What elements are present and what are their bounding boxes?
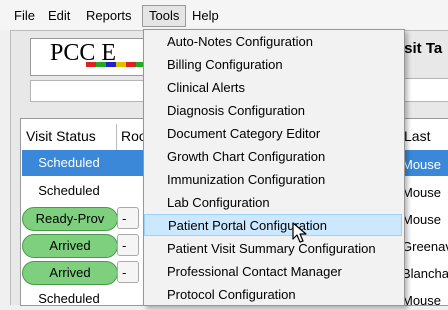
logo-color-bar (86, 62, 146, 67)
right-field[interactable] (398, 78, 448, 102)
menu-item-growth-chart-configuration[interactable]: Growth Chart Configuration (144, 146, 402, 168)
menu-item-patient-visit-summary-configuration[interactable]: Patient Visit Summary Configuration (144, 238, 402, 260)
visit-status-badge[interactable]: Arrived (22, 234, 118, 258)
visit-status-badge[interactable]: Ready-Prov (22, 207, 118, 231)
menu-item-immunization-configuration[interactable]: Immunization Configuration (144, 169, 402, 191)
last-name: Mouse (402, 157, 442, 172)
visit-tab-title: isit Ta (400, 40, 443, 57)
last-name: Mouse (402, 212, 442, 227)
column-separator (116, 124, 117, 150)
visit-status: Scheduled (38, 183, 100, 198)
tools-menu: Auto-Notes Configuration Billing Configu… (143, 29, 405, 306)
menu-item-clinical-alerts[interactable]: Clinical Alerts (144, 77, 402, 99)
last-name: Mouse (402, 293, 442, 308)
menu-edit[interactable]: Edit (42, 6, 76, 26)
menu-help[interactable]: Help (186, 6, 225, 26)
room-dropdown[interactable]: - (117, 207, 139, 229)
menu-file[interactable]: File (8, 6, 41, 26)
menu-item-protocol-configuration[interactable]: Protocol Configuration (144, 284, 402, 305)
menu-item-document-category-editor[interactable]: Document Category Editor (144, 123, 402, 145)
visit-status: Scheduled (38, 155, 100, 170)
visit-status-badge[interactable]: Arrived (22, 261, 118, 285)
menu-reports[interactable]: Reports (80, 6, 138, 26)
menu-item-diagnosis-configuration[interactable]: Diagnosis Configuration (144, 100, 402, 122)
search-input[interactable] (30, 80, 147, 102)
room-dropdown[interactable]: - (117, 234, 139, 256)
column-header-visit-status[interactable]: Visit Status (26, 122, 96, 150)
menu-item-auto-notes-configuration[interactable]: Auto-Notes Configuration (144, 31, 402, 53)
menu-item-lab-configuration[interactable]: Lab Configuration (144, 192, 402, 214)
last-name: Blanchar (402, 266, 448, 281)
menu-tools[interactable]: Tools (142, 5, 187, 27)
menu-item-patient-portal-configuration[interactable]: Patient Portal Configuration (144, 214, 402, 236)
last-name: Mouse (402, 185, 442, 200)
menu-item-professional-contact-manager[interactable]: Professional Contact Manager (144, 261, 402, 283)
menu-bar: File Edit Reports Tools Help (0, 0, 448, 30)
column-header-last[interactable]: Last (404, 122, 430, 150)
room-dropdown[interactable]: - (117, 261, 139, 283)
menu-item-billing-configuration[interactable]: Billing Configuration (144, 54, 402, 76)
last-name: Greenav (402, 239, 448, 254)
mouse-pointer-icon (292, 222, 307, 243)
visit-status: Scheduled (38, 291, 100, 306)
